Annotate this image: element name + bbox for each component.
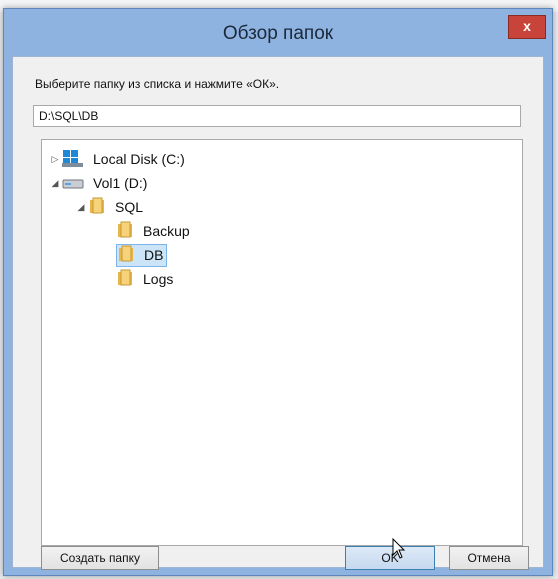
folder-path-field[interactable]	[33, 105, 521, 127]
folder-open-icon	[117, 245, 135, 266]
folder-icon	[116, 221, 134, 242]
selected-item-highlight: DB	[116, 243, 168, 267]
collapse-arrow-icon[interactable]: ◢	[74, 202, 88, 213]
tree-node-label: Vol1 (D:)	[93, 175, 148, 191]
browse-folder-dialog: Обзор папок x Выберите папку из списка и…	[3, 8, 553, 576]
tree-node-label: SQL	[115, 199, 144, 215]
dialog-body: Выберите папку из списка и нажмите «ОК».…	[12, 56, 544, 570]
dialog-title: Обзор папок	[222, 23, 334, 44]
tree-node-vol1[interactable]: ◢ Vol1 (D:)	[48, 172, 150, 194]
tree-node-label: Local Disk (C:)	[93, 151, 185, 167]
drive-icon	[62, 174, 84, 193]
mouse-pointer-icon	[392, 537, 406, 565]
local-disk-icon	[62, 149, 84, 170]
close-button[interactable]: x	[508, 15, 546, 39]
collapse-arrow-icon[interactable]: ◢	[48, 178, 62, 189]
tree-node-local-disk[interactable]: ▷ Local Disk (C:)	[48, 148, 188, 170]
tree-node-logs[interactable]: Logs	[102, 268, 176, 290]
folder-icon	[88, 197, 106, 218]
title-bar[interactable]: Обзор папок x	[4, 9, 552, 55]
folder-tree[interactable]: ▷ Local Disk (C:) ◢ Vol1 (D:) ◢ SQL Back…	[41, 139, 523, 546]
tree-node-label: DB	[144, 247, 164, 263]
new-folder-button[interactable]: Создать папку	[41, 546, 159, 570]
tree-node-db[interactable]: DB	[102, 243, 168, 267]
tree-node-sql[interactable]: ◢ SQL	[74, 196, 146, 218]
expand-arrow-icon[interactable]: ▷	[48, 154, 62, 165]
ok-button[interactable]: OK	[345, 546, 435, 570]
instruction-text: Выберите папку из списка и нажмите «ОК».	[35, 77, 280, 91]
tree-node-backup[interactable]: Backup	[102, 220, 193, 242]
folder-icon	[116, 269, 134, 290]
tree-node-label: Backup	[143, 223, 190, 239]
tree-node-label: Logs	[143, 271, 174, 287]
cancel-button[interactable]: Отмена	[449, 546, 529, 570]
